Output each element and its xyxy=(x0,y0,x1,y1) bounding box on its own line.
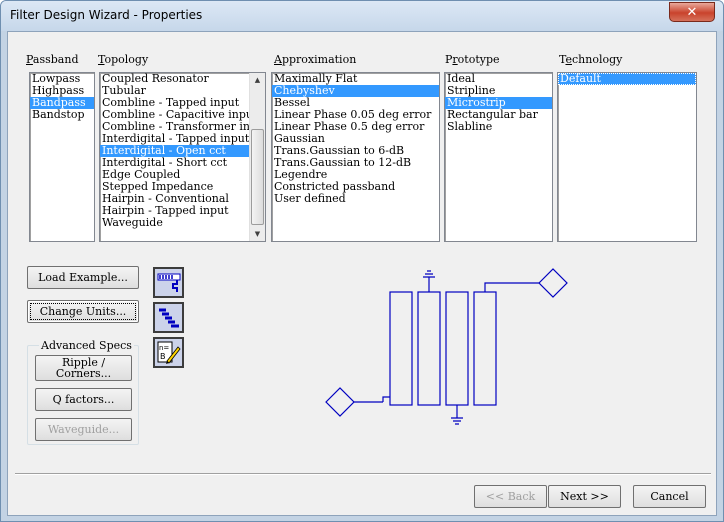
resonator-4 xyxy=(473,291,497,406)
approximation-label-text: Approximation xyxy=(274,53,357,66)
waveguide-label: Waveguide... xyxy=(47,423,120,436)
passband-label-text: Passband xyxy=(26,53,79,66)
list-item[interactable]: Stepped Impedance xyxy=(100,181,249,193)
scroll-up-icon[interactable]: ▲ xyxy=(250,73,265,87)
advanced-specs-group: Advanced Specs Ripple / Corners... Q fac… xyxy=(27,339,139,445)
list-item[interactable]: Default xyxy=(558,73,696,85)
cancel-button[interactable]: Cancel xyxy=(633,485,706,508)
list-item[interactable]: Gaussian xyxy=(272,133,439,145)
list-item[interactable]: Trans.Gaussian to 12-dB xyxy=(272,157,439,169)
topology-label-text: Topology xyxy=(98,53,149,66)
approximation-label: Approximation xyxy=(274,53,356,66)
list-item[interactable]: Tubular xyxy=(100,85,249,97)
list-item[interactable]: Linear Phase 0.05 deg error xyxy=(272,109,439,121)
window-title: Filter Design Wizard - Properties xyxy=(10,8,203,22)
q-factors-button[interactable]: Q factors... xyxy=(35,388,132,411)
technology-list[interactable]: Default xyxy=(557,72,697,242)
resonator-1 xyxy=(389,291,413,406)
list-item[interactable]: Combline - Capacitive input xyxy=(100,109,249,121)
scroll-thumb[interactable] xyxy=(251,129,264,225)
staircase-icon xyxy=(158,308,179,327)
resonator-3 xyxy=(445,291,469,406)
passband-list[interactable]: Lowpass Highpass Bandpass Bandstop xyxy=(29,72,95,242)
ground-icon-bottom xyxy=(451,405,463,425)
load-example-button[interactable]: Load Example... xyxy=(27,266,139,289)
edit-tool-button[interactable]: n= B xyxy=(153,337,184,368)
cancel-label: Cancel xyxy=(650,490,689,503)
list-item[interactable]: Stripline xyxy=(445,85,552,97)
list-item[interactable]: Ideal xyxy=(445,73,552,85)
prototype-label: Prototype xyxy=(445,53,500,66)
topology-scrollbar[interactable]: ▲ ▼ xyxy=(249,73,265,241)
back-button[interactable]: << Back xyxy=(474,485,547,508)
layout-icon xyxy=(157,273,180,292)
list-item[interactable]: Hairpin - Tapped input xyxy=(100,205,249,217)
topology-label: Topology xyxy=(98,53,148,66)
approximation-list[interactable]: Maximally Flat Chebyshev Bessel Linear Phas… xyxy=(271,72,440,242)
list-item[interactable]: Waveguide xyxy=(100,217,249,229)
layout-tool-button[interactable] xyxy=(153,267,184,298)
list-item[interactable]: Maximally Flat xyxy=(272,73,439,85)
waveguide-button[interactable]: Waveguide... xyxy=(35,418,132,441)
list-item[interactable]: Trans.Gaussian to 6-dB xyxy=(272,145,439,157)
input-port-icon xyxy=(325,387,355,417)
q-factors-label: Q factors... xyxy=(52,393,115,406)
list-item[interactable]: Bandstop xyxy=(30,109,94,121)
list-item[interactable]: Microstrip xyxy=(445,97,552,109)
list-item[interactable]: Edge Coupled xyxy=(100,169,249,181)
list-item[interactable]: Rectangular bar xyxy=(445,109,552,121)
dialog-client-area: Passband Topology Approximation Prototyp… xyxy=(7,31,717,516)
topology-list[interactable]: Coupled Resonator Tubular Combline - Tappe… xyxy=(99,72,266,242)
list-item[interactable]: Interdigital - Open cct xyxy=(100,145,249,157)
prototype-label-text: Prototype xyxy=(445,53,500,66)
bottom-separator xyxy=(15,473,711,475)
list-item[interactable]: Bandpass xyxy=(30,97,94,109)
filter-schematic xyxy=(325,268,568,425)
passband-label: Passband xyxy=(26,53,79,66)
staircase-tool-button[interactable] xyxy=(153,302,184,333)
technology-label-text: Technology xyxy=(559,53,623,66)
list-item[interactable]: Chebyshev xyxy=(272,85,439,97)
list-item[interactable]: Legendre xyxy=(272,169,439,181)
list-item[interactable]: Lowpass xyxy=(30,73,94,85)
load-example-label: Load Example... xyxy=(38,271,128,284)
resonator-2 xyxy=(417,291,441,406)
technology-label: Technology xyxy=(559,53,622,66)
list-item[interactable]: Interdigital - Tapped input xyxy=(100,133,249,145)
dialog-window: Filter Design Wizard - Properties ✕ Pass… xyxy=(0,0,724,522)
list-item[interactable]: Hairpin - Conventional xyxy=(100,193,249,205)
list-item[interactable]: Highpass xyxy=(30,85,94,97)
svg-text:n=: n= xyxy=(159,344,169,352)
back-label: << Back xyxy=(485,490,536,503)
list-item[interactable]: Coupled Resonator xyxy=(100,73,249,85)
output-port-icon xyxy=(538,268,568,298)
list-item[interactable]: Linear Phase 0.5 deg error xyxy=(272,121,439,133)
list-item[interactable]: Bessel xyxy=(272,97,439,109)
prototype-list[interactable]: Ideal Stripline Microstrip Rectangular bar S… xyxy=(444,72,553,242)
ripple-corners-label-2: Corners... xyxy=(55,367,112,380)
list-item[interactable]: Interdigital - Short cct xyxy=(100,157,249,169)
close-button[interactable]: ✕ xyxy=(669,2,715,22)
change-units-button[interactable]: Change Units... xyxy=(27,300,139,323)
title-bar[interactable]: Filter Design Wizard - Properties ✕ xyxy=(1,1,723,31)
svg-text:B: B xyxy=(160,352,166,361)
ground-icon-top xyxy=(423,270,435,292)
list-item[interactable]: Slabline xyxy=(445,121,552,133)
change-units-label: Change Units... xyxy=(39,305,127,318)
list-item[interactable]: Combline - Tapped input xyxy=(100,97,249,109)
list-item[interactable]: User defined xyxy=(272,193,439,205)
list-item[interactable]: Constricted passband xyxy=(272,181,439,193)
edit-pencil-icon: n= B xyxy=(157,341,181,364)
close-icon: ✕ xyxy=(686,4,698,20)
next-button[interactable]: Next >> xyxy=(548,485,621,508)
ripple-corners-button[interactable]: Ripple / Corners... xyxy=(35,355,132,381)
advanced-specs-title: Advanced Specs xyxy=(39,339,134,352)
next-label: Next >> xyxy=(560,490,609,503)
scroll-down-icon[interactable]: ▼ xyxy=(250,227,265,241)
list-item[interactable]: Combline - Transformer input xyxy=(100,121,249,133)
